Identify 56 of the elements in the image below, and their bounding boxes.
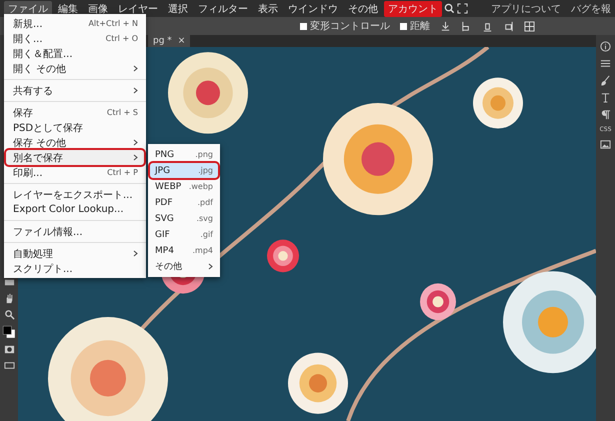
menu-item[interactable]: 編集 [54, 0, 82, 16]
mask-icon[interactable] [4, 344, 14, 355]
menu-item[interactable]: 開く＆配置... [6, 46, 144, 61]
menu-item[interactable]: WEBP .webp [150, 179, 218, 194]
menu-item[interactable]: 共有する [6, 83, 144, 98]
menu-item[interactable]: 保存 その他 [6, 135, 144, 150]
brush-icon[interactable] [600, 75, 611, 86]
menu-item[interactable]: Export Color Lookup... [6, 202, 144, 217]
menu-item[interactable]: 別名で保存 [6, 150, 144, 165]
menu-item[interactable]: アカウント [384, 0, 442, 16]
align-icon[interactable] [503, 20, 514, 32]
menu-item[interactable]: ファイル情報... [6, 224, 144, 239]
menu-item[interactable]: 自動処理 [6, 246, 144, 261]
menu-item[interactable]: レイヤー [114, 0, 162, 16]
menu-item[interactable]: 表示 [254, 0, 282, 16]
option-checkbox[interactable]: 変形コントロール [300, 19, 390, 33]
align-icon[interactable] [482, 20, 493, 32]
info-icon[interactable] [600, 41, 611, 52]
menu-item[interactable]: フィルター [194, 0, 252, 16]
menu-item[interactable]: JPG .jpg [150, 163, 218, 178]
menu-item[interactable]: SVG .svg [150, 211, 218, 226]
menu-item[interactable]: GIF .gif [150, 227, 218, 242]
menu-item[interactable]: 開く その他 [6, 61, 144, 76]
close-icon[interactable]: × [178, 36, 186, 46]
menu-item[interactable]: PSDとして保存 [6, 120, 144, 135]
menu-item[interactable]: その他 [150, 259, 218, 274]
search-icon[interactable] [444, 3, 455, 14]
menu-item[interactable]: ウインドウ [284, 0, 342, 16]
menu-item[interactable]: スクリプト... [6, 261, 144, 276]
fullscreen-icon[interactable] [457, 3, 468, 14]
menu-item[interactable]: 保存 Ctrl + S [6, 105, 144, 120]
layers-icon[interactable] [600, 58, 611, 69]
paragraph-icon[interactable] [600, 109, 611, 120]
menu-item[interactable]: MP4 .mp4 [150, 243, 218, 258]
color-swatches-icon[interactable] [2, 325, 16, 339]
menu-link[interactable]: バグを報 [571, 2, 611, 16]
menu-item[interactable]: レイヤーをエクスポート... [6, 187, 144, 202]
menu-item[interactable]: PDF .pdf [150, 195, 218, 210]
grid-icon[interactable] [524, 20, 535, 32]
menu-item[interactable]: 印刷... Ctrl + P [6, 165, 144, 180]
menu-link[interactable]: アプリについて [491, 2, 561, 16]
screen-mode-icon[interactable] [4, 360, 14, 371]
type-icon[interactable] [600, 92, 611, 103]
zoom-icon[interactable] [4, 309, 14, 320]
image-icon[interactable] [600, 139, 611, 150]
menu-item[interactable]: 開く... Ctrl + O [6, 31, 144, 46]
rectangle-icon[interactable] [4, 277, 14, 288]
menu-item[interactable]: 新規... Alt+Ctrl + N [6, 16, 144, 31]
download-icon[interactable] [440, 20, 451, 32]
menu-item[interactable]: 選択 [164, 0, 192, 16]
align-icon[interactable] [461, 20, 472, 32]
menu-item[interactable]: 画像 [84, 0, 112, 16]
document-tab[interactable]: pg * × [148, 35, 190, 47]
menu-item[interactable]: PNG .png [150, 147, 218, 162]
option-checkbox[interactable]: 距離 [400, 19, 430, 33]
menu-item[interactable]: その他 [344, 0, 382, 16]
